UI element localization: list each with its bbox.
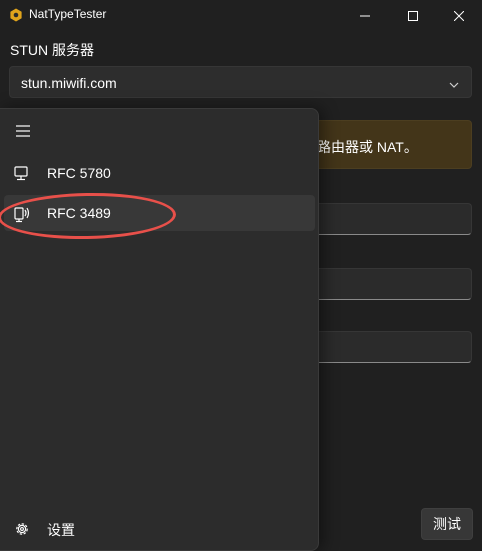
navigation-pane: RFC 5780 RFC 3489 设置 bbox=[0, 108, 319, 551]
stun-server-value: stun.miwifi.com bbox=[21, 75, 117, 91]
maximize-icon bbox=[408, 8, 418, 24]
hamburger-button[interactable] bbox=[5, 114, 41, 150]
nav-item-rfc3489[interactable]: RFC 3489 bbox=[4, 195, 315, 231]
nav-item-label: RFC 5780 bbox=[47, 165, 111, 181]
chevron-down-icon bbox=[449, 77, 459, 93]
minimize-button[interactable] bbox=[342, 0, 388, 32]
warning-text: 路由器或 NAT。 bbox=[317, 139, 418, 155]
hamburger-icon bbox=[15, 124, 31, 141]
result-field-3[interactable] bbox=[300, 331, 472, 363]
window-title: NatTypeTester bbox=[29, 7, 107, 21]
computer-icon bbox=[13, 165, 31, 183]
test-button[interactable]: 测试 bbox=[421, 508, 473, 540]
nav-item-rfc5780[interactable]: RFC 5780 bbox=[4, 155, 315, 191]
app-hex-icon bbox=[9, 8, 23, 22]
close-button[interactable] bbox=[436, 0, 482, 32]
close-icon bbox=[453, 8, 465, 24]
nav-item-label: RFC 3489 bbox=[47, 205, 111, 221]
result-field-1[interactable] bbox=[300, 203, 472, 235]
nav-item-settings[interactable]: 设置 bbox=[4, 510, 315, 546]
nav-item-label: 设置 bbox=[47, 522, 75, 538]
gear-icon bbox=[13, 520, 31, 538]
stun-server-label: STUN 服务器 bbox=[10, 42, 94, 58]
stun-server-combobox[interactable]: stun.miwifi.com bbox=[9, 66, 472, 98]
maximize-button[interactable] bbox=[390, 0, 436, 32]
minimize-icon bbox=[360, 8, 370, 24]
computer-signal-icon bbox=[13, 205, 31, 223]
result-field-2[interactable] bbox=[300, 268, 472, 300]
title-bar: NatTypeTester bbox=[0, 0, 482, 32]
